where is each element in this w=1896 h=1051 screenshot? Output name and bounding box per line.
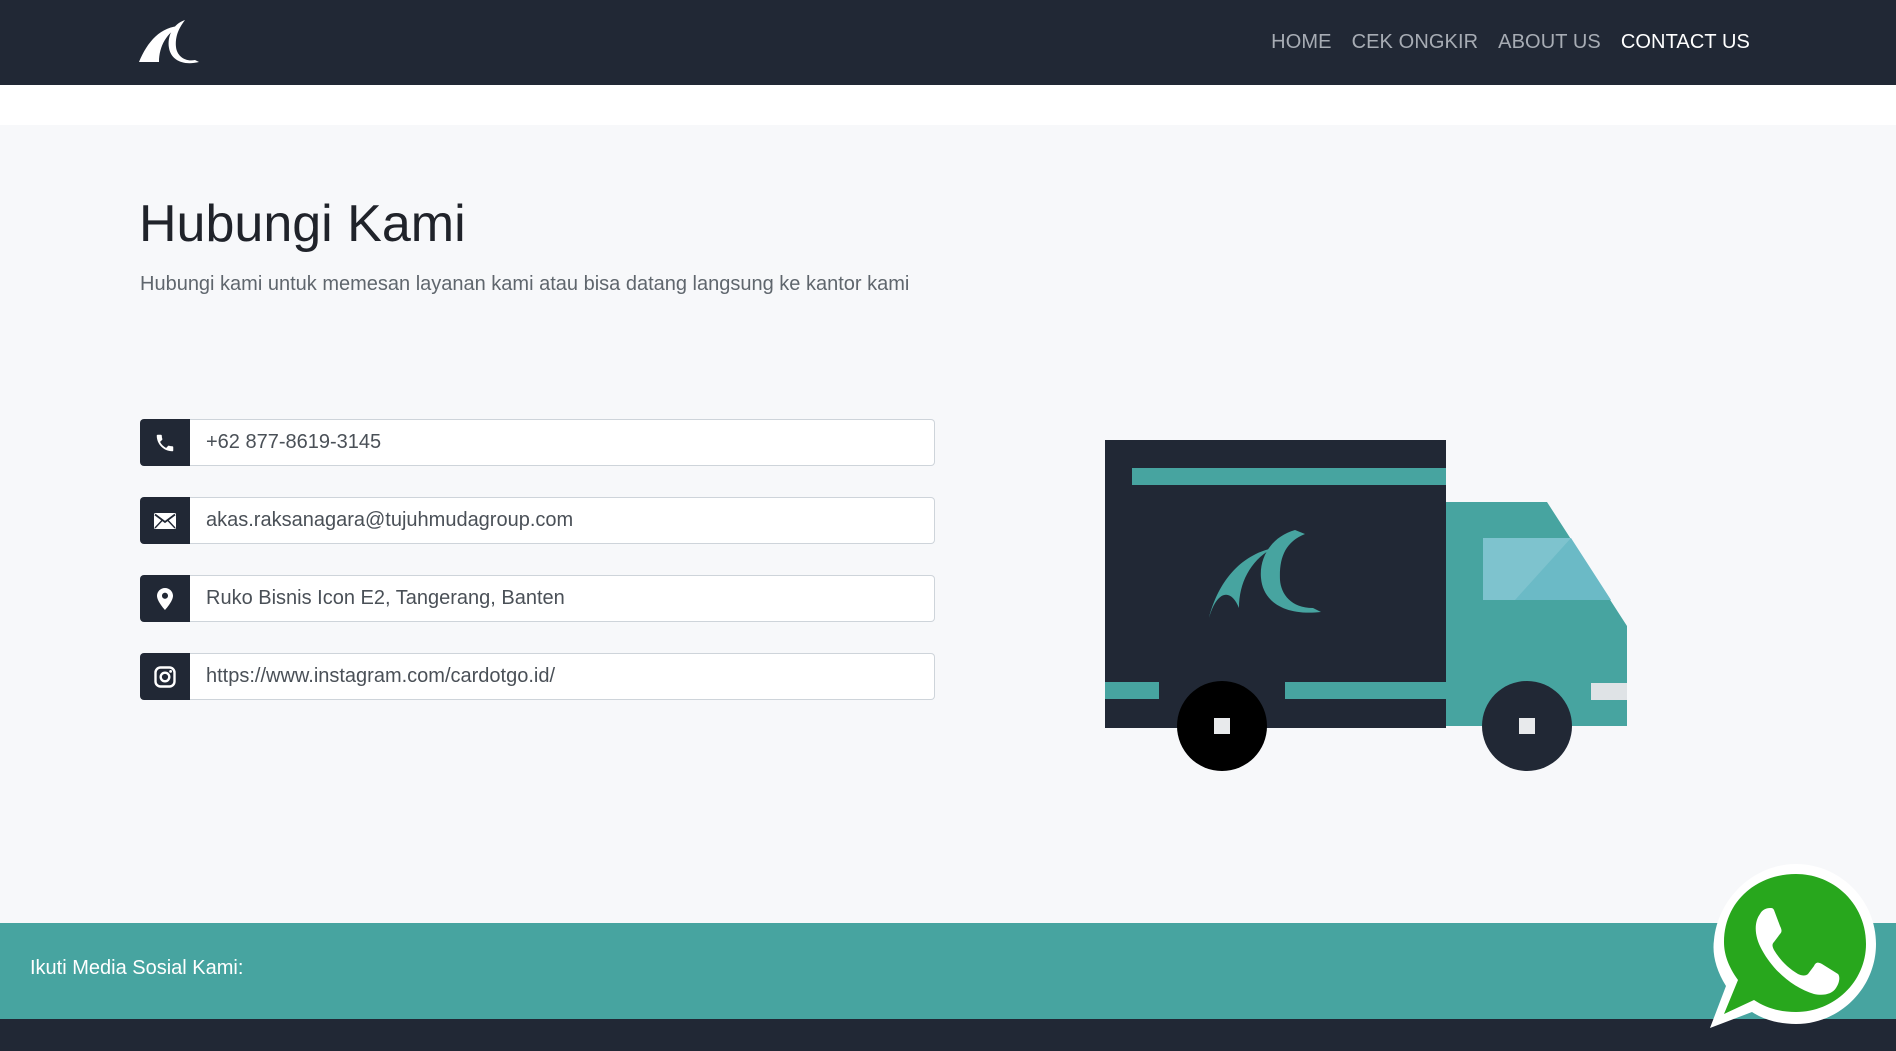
header-spacer [0, 85, 1896, 125]
nav-menu: HOME CEK ONGKIR ABOUT US CONTACT US [1271, 0, 1750, 85]
contact-instagram-row [140, 653, 935, 700]
address-field[interactable] [190, 575, 935, 622]
nav-home-link[interactable]: HOME [1271, 31, 1331, 54]
whatsapp-icon[interactable] [1700, 862, 1882, 1032]
mail-icon [140, 497, 190, 544]
instagram-icon [140, 653, 190, 700]
email-field[interactable] [190, 497, 935, 544]
contact-list [140, 419, 935, 731]
delivery-truck-illustration [1105, 440, 1627, 771]
nav-contact-us-link[interactable]: CONTACT US [1621, 31, 1750, 54]
footer-social-bar: Ikuti Media Sosial Kami: [0, 923, 1896, 1019]
contact-address-row [140, 575, 935, 622]
page-title: Hubungi Kami [139, 195, 466, 253]
page-subtitle: Hubungi kami untuk memesan layanan kami … [140, 273, 910, 295]
map-pin-icon [140, 575, 190, 622]
wave-logo[interactable] [137, 18, 203, 68]
footer-social-label: Ikuti Media Sosial Kami: [30, 957, 244, 979]
contact-phone-row [140, 419, 935, 466]
nav-cek-ongkir-link[interactable]: CEK ONGKIR [1352, 31, 1479, 54]
navbar: HOME CEK ONGKIR ABOUT US CONTACT US [0, 0, 1896, 85]
footer-bottom-bar [0, 1019, 1896, 1051]
instagram-field[interactable] [190, 653, 935, 700]
phone-icon [140, 419, 190, 466]
phone-field[interactable] [190, 419, 935, 466]
nav-about-us-link[interactable]: ABOUT US [1498, 31, 1601, 54]
contact-email-row [140, 497, 935, 544]
